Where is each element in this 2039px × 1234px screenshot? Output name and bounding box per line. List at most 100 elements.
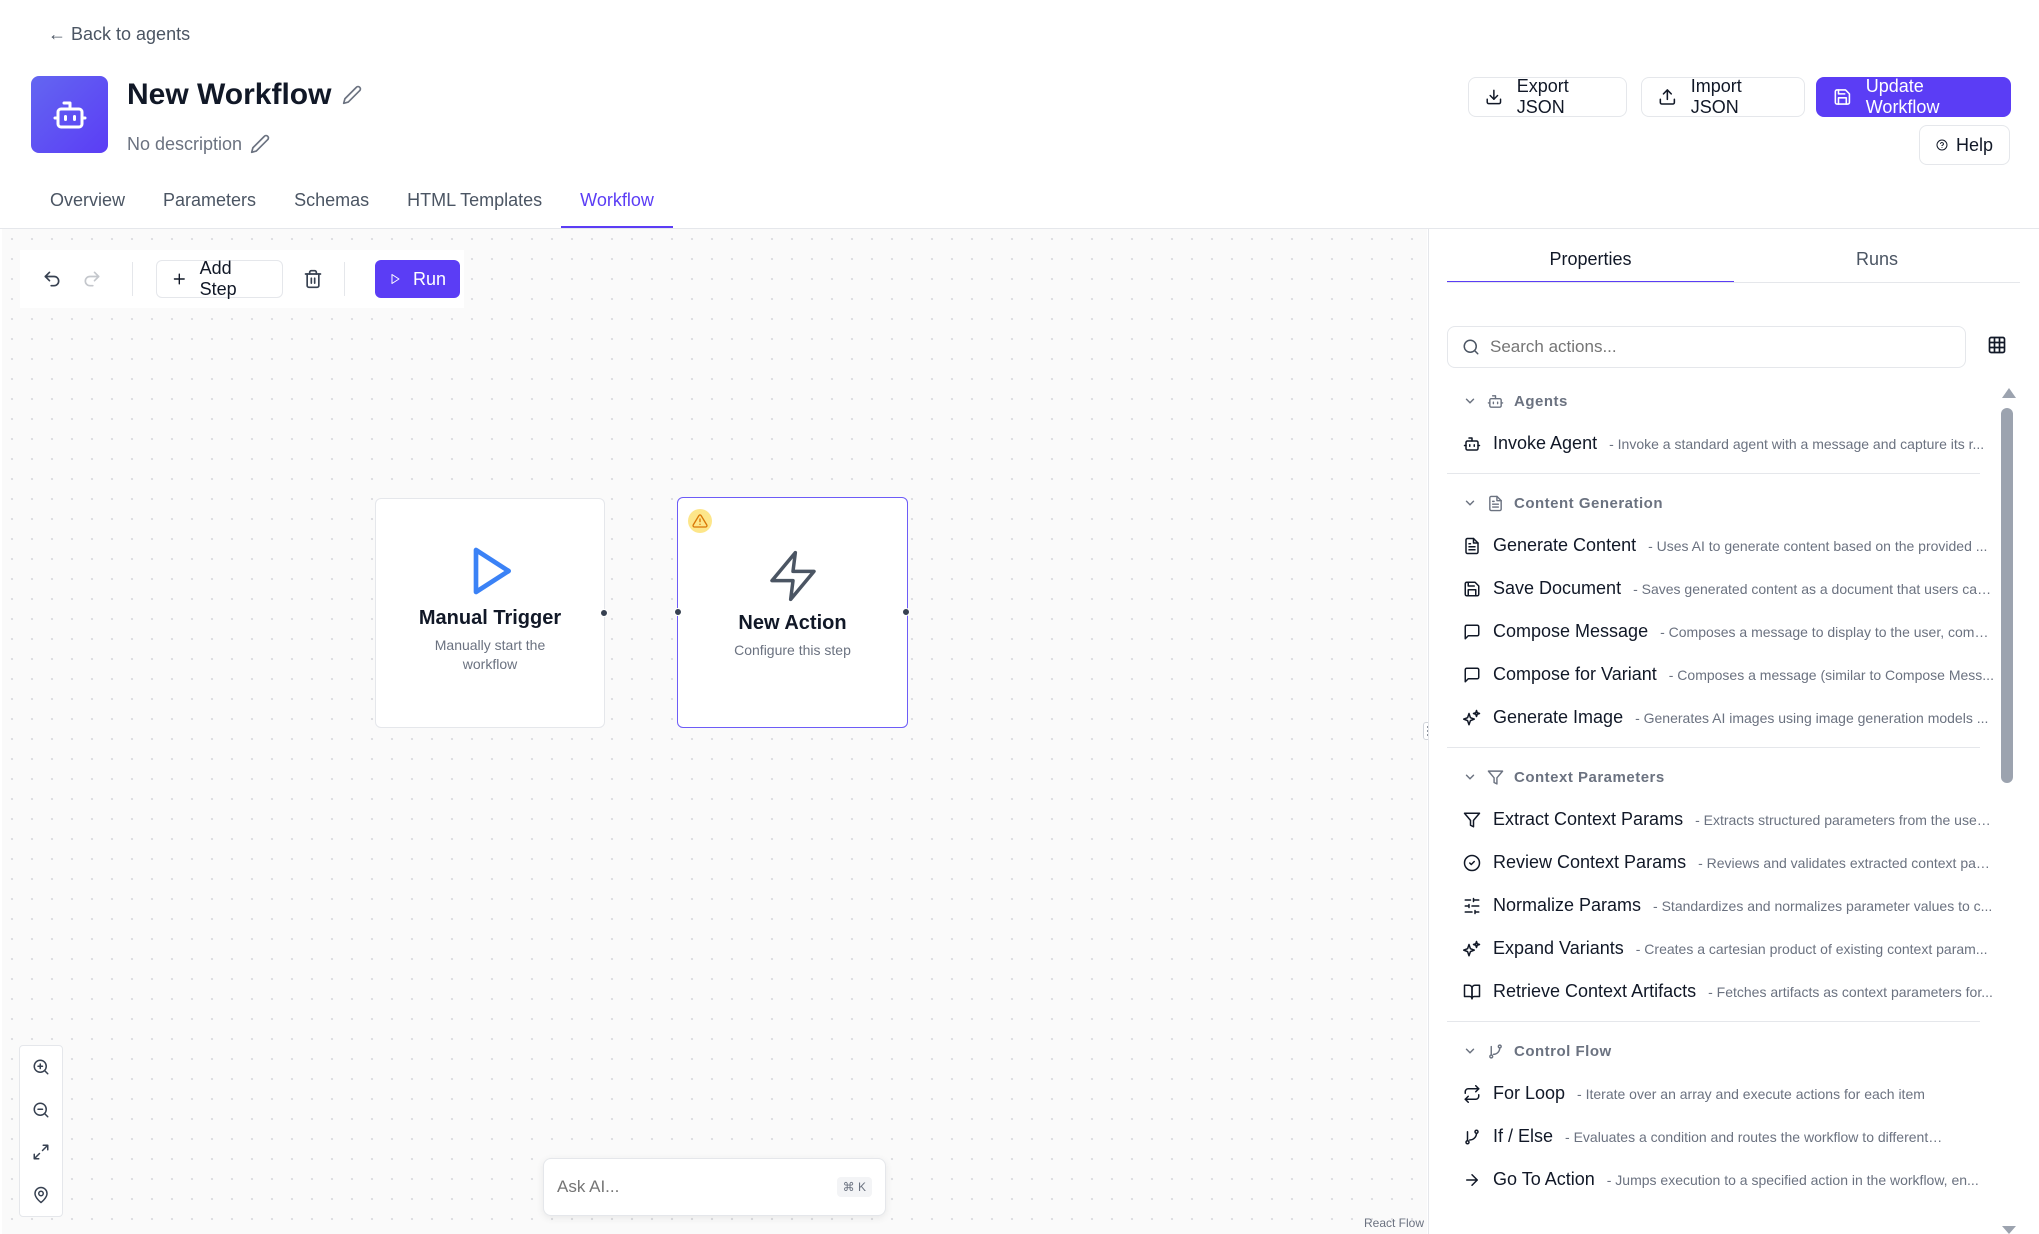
action-name: Generate Image bbox=[1493, 707, 1624, 727]
node-title: Manual Trigger bbox=[418, 607, 562, 629]
action-item[interactable]: Retrieve Context Artifacts - Fetches arti… bbox=[1447, 970, 1994, 1013]
react-flow-attribution[interactable]: React Flow bbox=[1364, 1216, 1424, 1230]
action-item[interactable]: Generate Content - Uses AI to generate co… bbox=[1447, 524, 1994, 567]
zap-icon bbox=[769, 550, 816, 602]
minimap-toggle-button[interactable] bbox=[20, 1174, 62, 1217]
action-description: - Creates a cartesian product of existin… bbox=[1635, 940, 1988, 957]
ask-ai-input[interactable] bbox=[557, 1177, 837, 1197]
import-json-button[interactable]: Import JSON bbox=[1641, 76, 1805, 117]
action-description: - Iterate over an array and execute acti… bbox=[1577, 1085, 1925, 1102]
branch-icon bbox=[1465, 1129, 1479, 1144]
action-description: - Standardizes and normalizes parameter … bbox=[1653, 897, 1993, 914]
action-item[interactable]: Compose Message - Composes a message to d… bbox=[1447, 610, 1994, 653]
tab-properties[interactable]: Properties bbox=[1447, 249, 1734, 283]
tab-runs[interactable]: Runs bbox=[1734, 249, 2020, 283]
action-name: Compose for Variant bbox=[1493, 664, 1657, 684]
expand-icon bbox=[33, 1144, 49, 1160]
pencil-icon bbox=[342, 85, 362, 105]
chevron-down-icon bbox=[1465, 500, 1475, 506]
delete-button[interactable] bbox=[293, 259, 333, 299]
zoom-out-button[interactable] bbox=[20, 1089, 62, 1132]
action-item[interactable]: If / Else - Evaluates a condition and rou… bbox=[1447, 1115, 1994, 1158]
action-item[interactable]: Compose for Variant - Composes a message … bbox=[1447, 653, 1994, 696]
bot-icon bbox=[53, 101, 86, 128]
action-description: - Saves generated content as a document … bbox=[1633, 580, 1994, 597]
category-header[interactable]: Control Flow bbox=[1447, 1030, 1994, 1072]
edit-title-button[interactable] bbox=[342, 85, 362, 105]
toolbar-divider bbox=[132, 262, 133, 296]
category-header[interactable]: Agents bbox=[1447, 380, 1994, 422]
export-json-button[interactable]: Export JSON bbox=[1468, 76, 1627, 117]
update-workflow-button[interactable]: Update Workflow bbox=[1816, 76, 2011, 117]
new-action-node[interactable]: New Action Configure this step bbox=[677, 497, 908, 728]
category-divider bbox=[1447, 1021, 1980, 1022]
tab-html-templates[interactable]: HTML Templates bbox=[388, 182, 561, 228]
back-to-agents-link[interactable]: ← Back to agents bbox=[48, 24, 190, 45]
warning-icon bbox=[692, 514, 708, 528]
zoom-in-icon bbox=[33, 1059, 49, 1075]
save-icon bbox=[1834, 89, 1851, 105]
workflow-canvas[interactable] bbox=[2, 229, 1427, 1234]
node-subtitle: Manually start the workflow bbox=[434, 637, 546, 672]
action-name: Go To Action bbox=[1493, 1169, 1595, 1189]
category-divider bbox=[1447, 473, 1980, 474]
action-item[interactable]: Review Context Params - Reviews and valid… bbox=[1447, 841, 1994, 884]
zoom-in-button[interactable] bbox=[20, 1046, 62, 1089]
scroll-up-arrow[interactable] bbox=[2002, 388, 2016, 398]
page-description: No description bbox=[127, 134, 243, 154]
sparkles-icon bbox=[1463, 709, 1481, 725]
action-item[interactable]: For Loop - Iterate over an array and exec… bbox=[1447, 1072, 1994, 1115]
redo-button[interactable] bbox=[72, 259, 112, 299]
import-json-label: Import JSON bbox=[1690, 76, 1742, 117]
tab-workflow[interactable]: Workflow bbox=[561, 182, 673, 228]
upload-icon bbox=[1659, 89, 1676, 105]
toolbar-divider bbox=[344, 262, 345, 296]
undo-icon bbox=[44, 271, 60, 287]
action-item[interactable]: Go To Action - Jumps execution to a speci… bbox=[1447, 1158, 1994, 1201]
action-description: - Generates AI images using image genera… bbox=[1635, 709, 1989, 726]
fit-view-button[interactable] bbox=[20, 1131, 62, 1174]
check-circle-icon bbox=[1463, 854, 1481, 871]
action-item[interactable]: Normalize Params - Standardizes and norma… bbox=[1447, 884, 1994, 927]
action-item[interactable]: Extract Context Params - Extracts structu… bbox=[1447, 798, 1994, 841]
scrollbar-thumb[interactable] bbox=[2001, 408, 2013, 783]
search-actions-input[interactable] bbox=[1490, 337, 1951, 357]
arrow-right-icon bbox=[1466, 1173, 1478, 1186]
action-item[interactable]: Invoke Agent - Invoke a standard agent wi… bbox=[1447, 422, 1994, 465]
category-header[interactable]: Content Generation bbox=[1447, 482, 1994, 524]
action-description: - Extracts structured parameters from th… bbox=[1695, 811, 1994, 828]
action-input-handle[interactable] bbox=[674, 608, 682, 616]
undo-button[interactable] bbox=[32, 259, 72, 299]
action-name: If / Else bbox=[1493, 1126, 1554, 1146]
action-item[interactable]: Save Document - Saves generated content a… bbox=[1447, 567, 1994, 610]
action-library-list: Agents Invoke Agent - Invoke a standard ag… bbox=[1447, 380, 1994, 1234]
trigger-output-handle[interactable] bbox=[600, 609, 608, 617]
edit-description-button[interactable] bbox=[250, 134, 270, 154]
chevron-down-icon bbox=[1465, 1048, 1475, 1054]
action-item[interactable]: Generate Image - Generates AI images usin… bbox=[1447, 696, 1994, 739]
add-step-label: Add Step bbox=[199, 258, 237, 299]
action-output-handle[interactable] bbox=[902, 608, 910, 616]
manual-trigger-node[interactable]: Manual Trigger Manually start the workfl… bbox=[375, 498, 605, 728]
node-title: New Action bbox=[738, 612, 847, 634]
category-header[interactable]: Context Parameters bbox=[1447, 756, 1994, 798]
action-item[interactable]: Expand Variants - Creates a cartesian pro… bbox=[1447, 927, 1994, 970]
tab-overview[interactable]: Overview bbox=[31, 182, 144, 228]
tab-parameters[interactable]: Parameters bbox=[144, 182, 275, 228]
action-name: Invoke Agent bbox=[1493, 433, 1598, 453]
category-label: Control Flow bbox=[1514, 1042, 1612, 1060]
scroll-down-arrow[interactable] bbox=[2002, 1226, 2016, 1234]
action-description: - Composes a message to display to the u… bbox=[1660, 623, 1994, 640]
document-icon bbox=[1489, 495, 1502, 511]
tab-schemas[interactable]: Schemas bbox=[275, 182, 388, 228]
action-name: Compose Message bbox=[1493, 621, 1649, 641]
add-step-button[interactable]: Add Step bbox=[156, 258, 283, 299]
action-name: Expand Variants bbox=[1493, 938, 1624, 958]
grid-icon bbox=[1988, 336, 2006, 354]
grid-view-button[interactable] bbox=[1987, 335, 2007, 355]
action-description: - Jumps execution to a specified action … bbox=[1606, 1171, 1979, 1188]
filter-icon bbox=[1463, 812, 1481, 827]
action-name: Retrieve Context Artifacts bbox=[1493, 981, 1697, 1001]
run-button[interactable]: Run bbox=[375, 260, 460, 298]
help-button[interactable]: Help bbox=[1919, 125, 2010, 165]
